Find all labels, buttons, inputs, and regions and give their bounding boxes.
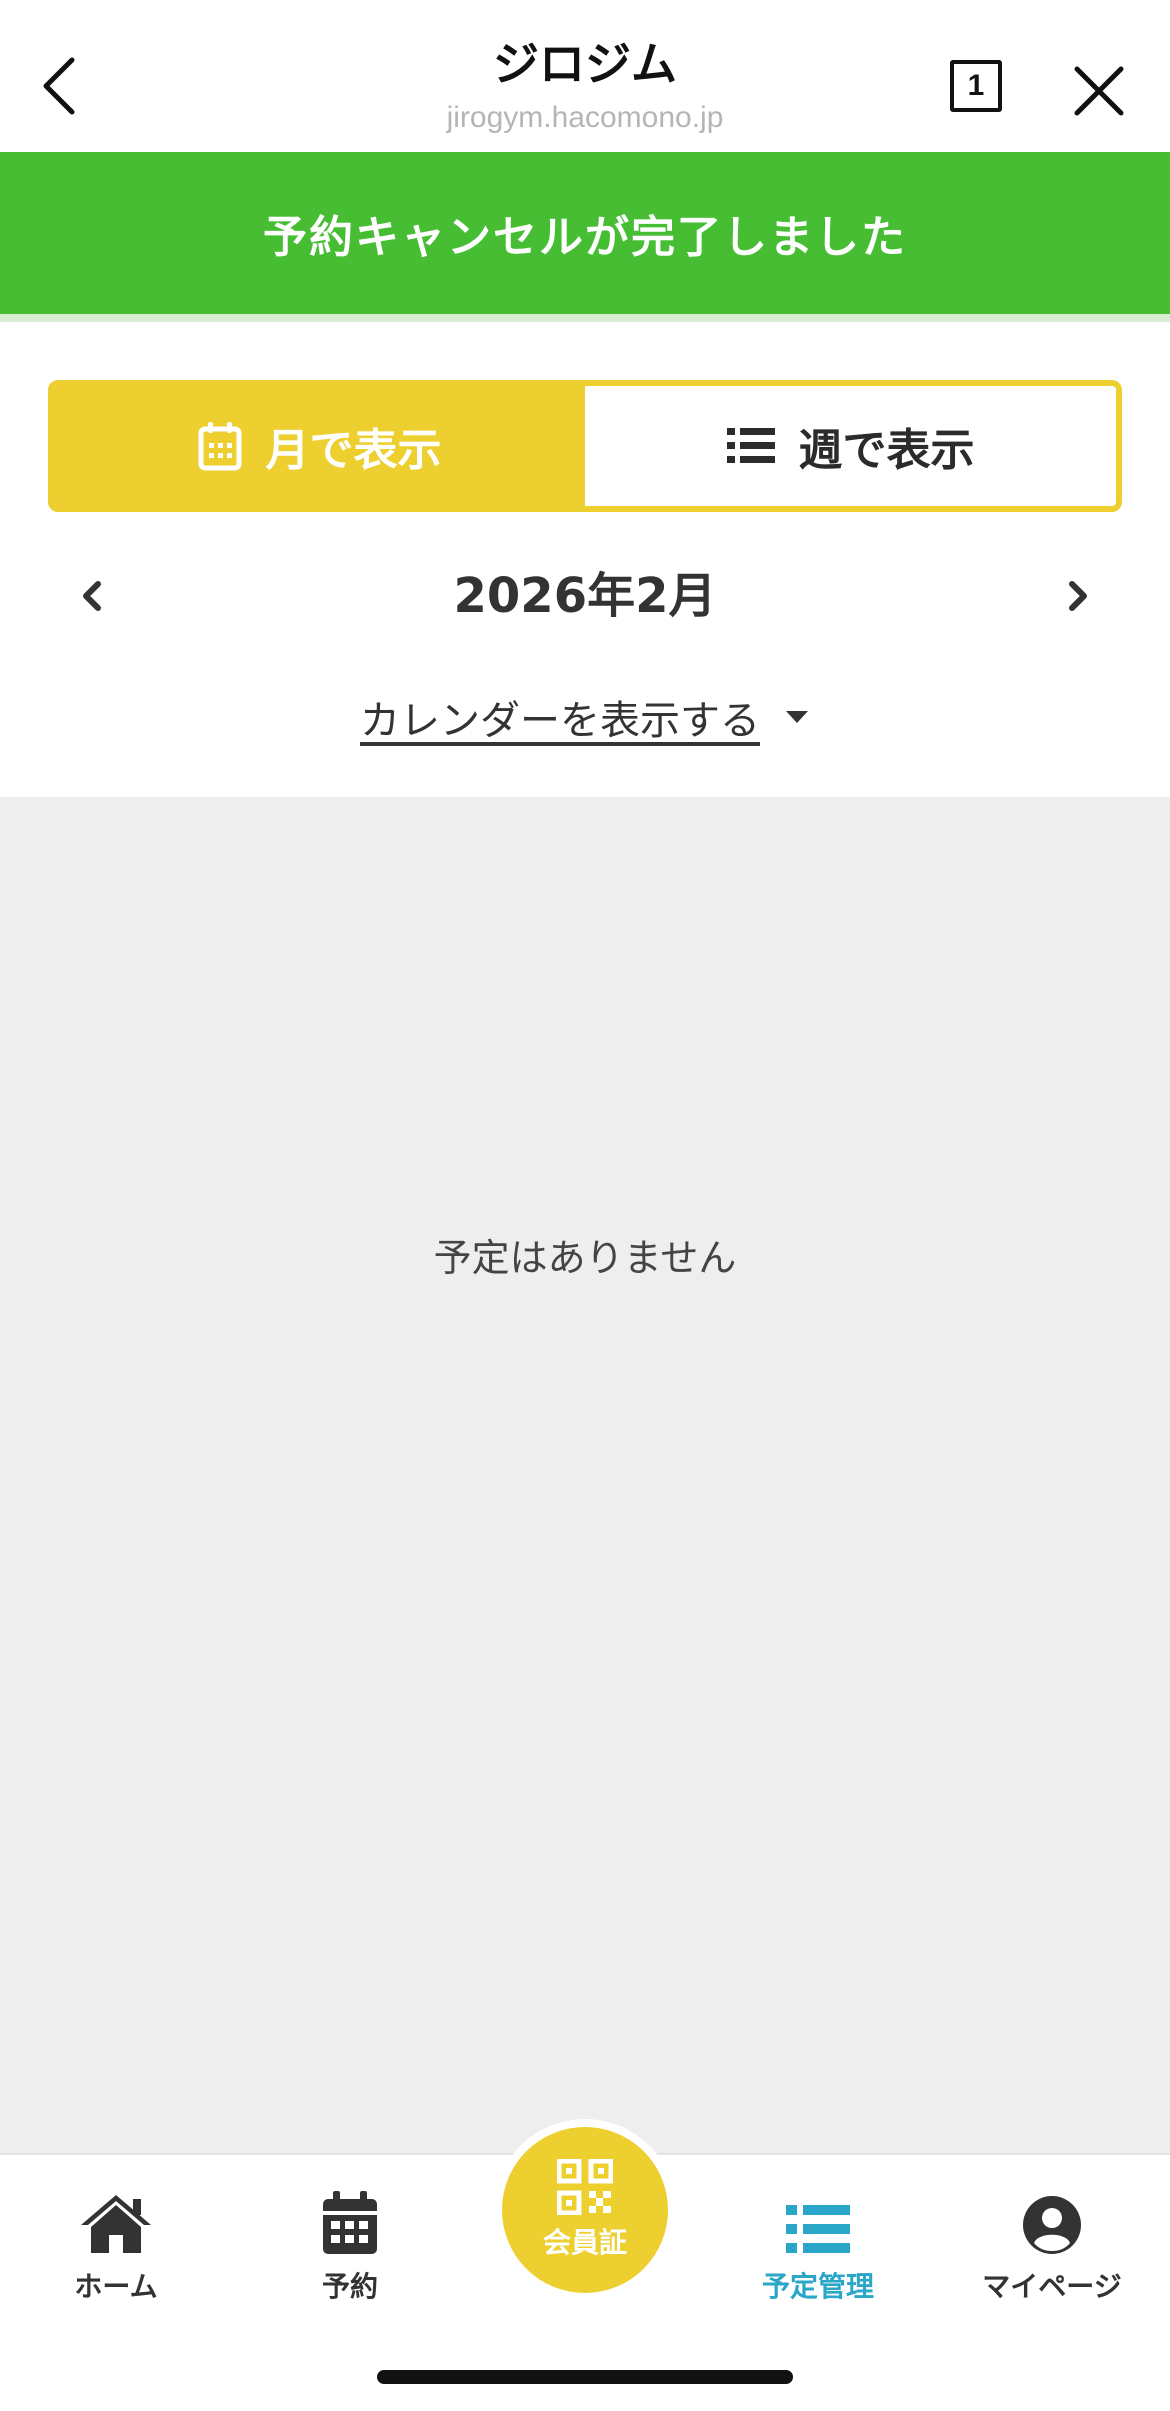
- calendar-icon: [323, 2191, 377, 2254]
- user-icon: [1023, 2196, 1081, 2254]
- schedule-list: 予定はありません: [0, 797, 1170, 2155]
- caret-down-icon: [786, 711, 808, 723]
- tabs-button[interactable]: 1: [950, 60, 1002, 112]
- week-view-button[interactable]: 週で表示: [585, 386, 1116, 506]
- show-calendar-link[interactable]: カレンダーを表示する: [0, 688, 1170, 746]
- empty-schedule-message: 予定はありません: [433, 1236, 737, 1280]
- browser-header: ジロジム jirogym.hacomono.jp 1: [0, 0, 1170, 152]
- nav-label-mypage: マイページ: [982, 2270, 1122, 2303]
- list-icon: [726, 428, 775, 463]
- qr-code-icon: [557, 2159, 613, 2215]
- nav-item-reserve[interactable]: 予約: [250, 2175, 450, 2305]
- home-indicator[interactable]: [377, 2370, 793, 2384]
- calendar-icon: [198, 422, 241, 471]
- list-icon: [786, 2205, 850, 2253]
- chevron-left-icon: [83, 581, 101, 611]
- nav-label-schedule: 予定管理: [761, 2270, 874, 2303]
- nav-item-mypage[interactable]: マイページ: [952, 2175, 1152, 2305]
- nav-item-schedule[interactable]: 予定管理: [718, 2175, 918, 2305]
- chevron-right-icon: [1069, 581, 1087, 611]
- success-banner: 予約キャンセルが完了しました: [0, 152, 1170, 322]
- month-view-label: 月で表示: [265, 425, 442, 476]
- month-view-button[interactable]: 月で表示: [54, 386, 585, 506]
- nav-item-home[interactable]: ホーム: [16, 2175, 216, 2305]
- month-label: 2026年2月: [453, 568, 717, 624]
- previous-month-button[interactable]: [66, 566, 122, 626]
- nav-label-home: ホーム: [74, 2270, 158, 2303]
- home-icon: [81, 2195, 151, 2253]
- next-month-button[interactable]: [1048, 566, 1104, 626]
- close-button[interactable]: [1064, 56, 1134, 126]
- close-icon: [1074, 66, 1124, 116]
- nav-label-member-card: 会員証: [542, 2226, 627, 2259]
- view-toggle: 月で表示 週で表示: [48, 380, 1122, 512]
- nav-item-member-card[interactable]: 会員証: [494, 2119, 676, 2301]
- nav-label-reserve: 予約: [321, 2270, 378, 2303]
- banner-message: 予約キャンセルが完了しました: [263, 212, 907, 263]
- week-view-label: 週で表示: [798, 425, 975, 476]
- show-calendar-label: カレンダーを表示する: [360, 698, 760, 744]
